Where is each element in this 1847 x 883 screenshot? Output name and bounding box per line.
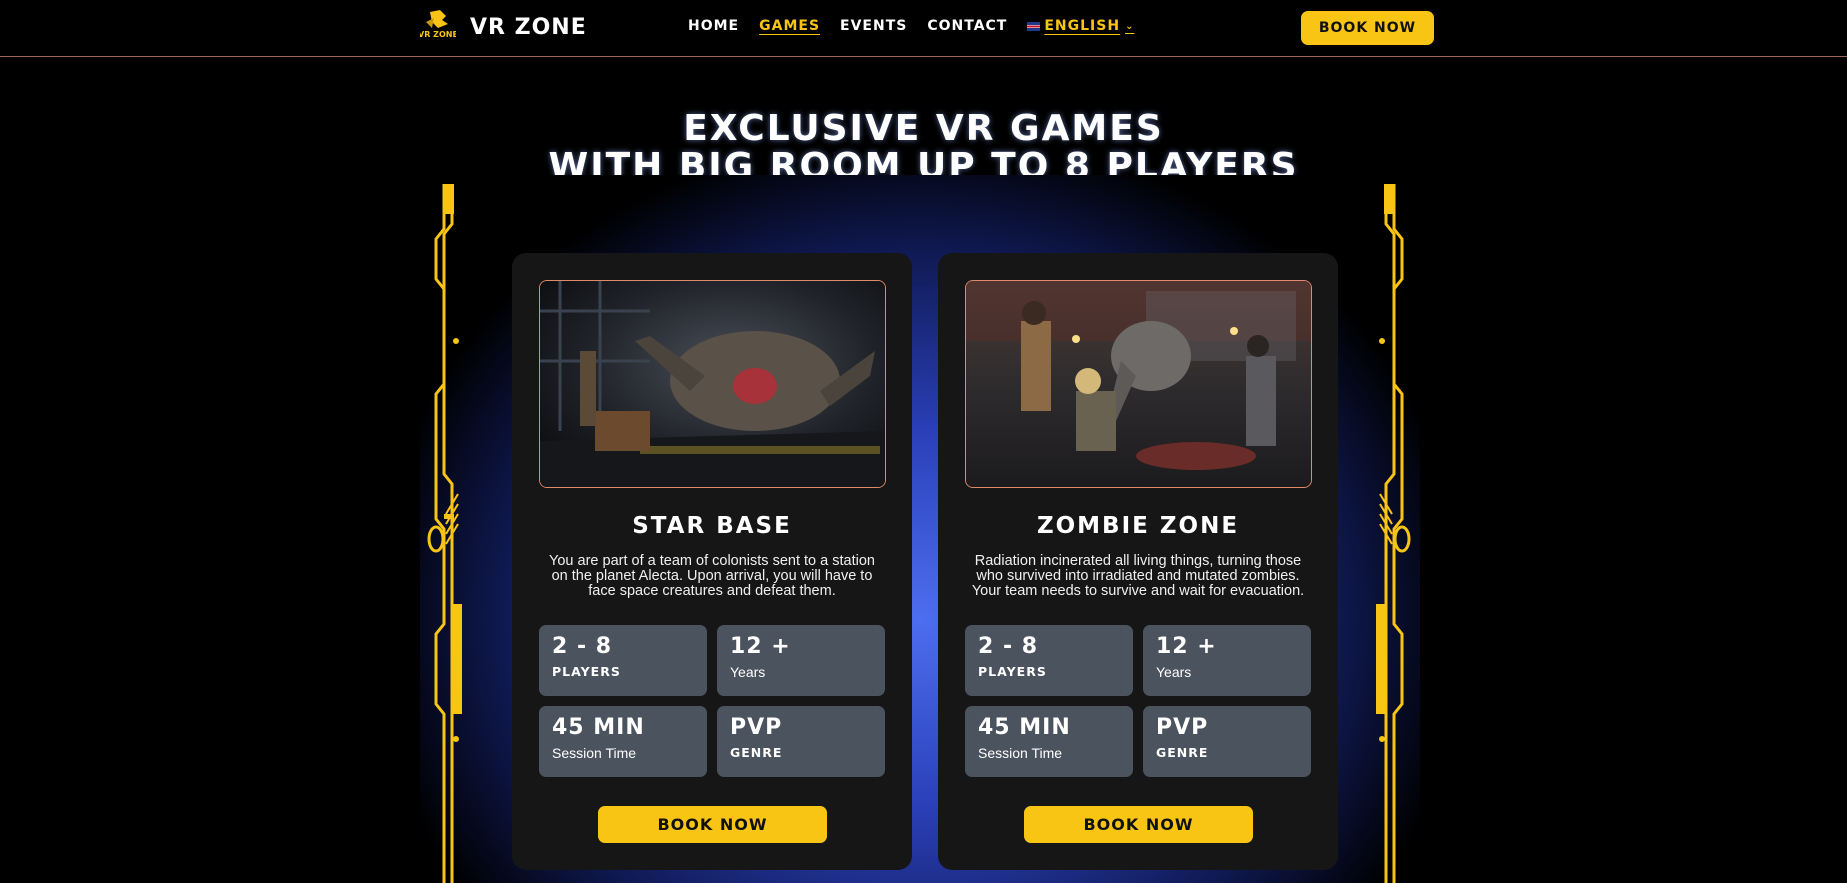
- nav-home[interactable]: HOME: [688, 18, 739, 34]
- session-time-stat: 45 MIN Session Time: [539, 706, 707, 777]
- age-stat: 12 + Years: [717, 625, 885, 696]
- game-title: STAR BASE: [632, 513, 792, 539]
- genre-stat: PVP GENRE: [717, 706, 885, 777]
- age-stat: 12 + Years: [1143, 625, 1311, 696]
- left-frame-decoration: [427, 184, 462, 883]
- right-frame-decoration: [1376, 184, 1411, 883]
- uk-flag-icon: [1027, 21, 1041, 31]
- stat-label: PLAYERS: [978, 664, 1047, 679]
- stat-label: Session Time: [552, 745, 637, 761]
- site-logo[interactable]: VR ZONE VR ZONE: [418, 8, 587, 46]
- star-base-image[interactable]: [539, 280, 886, 488]
- genre-stat: PVP GENRE: [1143, 706, 1311, 777]
- zombie-zone-book-now-button[interactable]: BOOK NOW: [1024, 806, 1253, 843]
- logo-text-top: VR ZONE: [420, 30, 456, 39]
- game-card-zombie-zone: ZOMBIE ZONE Radiation incinerated all li…: [938, 253, 1338, 870]
- stat-value: 2 - 8: [552, 634, 613, 659]
- nav-contact[interactable]: CONTACT: [927, 18, 1007, 34]
- stat-value: 45 MIN: [552, 715, 645, 740]
- game-description: You are part of a team of colonists sent…: [549, 553, 875, 599]
- stat-label: Years: [1156, 664, 1192, 680]
- brand-name: VR ZONE: [470, 14, 587, 40]
- language-selector[interactable]: ENGLISH ⌄: [1027, 18, 1134, 34]
- top-navbar: VR ZONE VR ZONE HOME GAMES EVENTS CONTAC…: [0, 0, 1847, 57]
- header-book-now-button[interactable]: BOOK NOW: [1301, 11, 1434, 45]
- nav-events[interactable]: EVENTS: [840, 18, 907, 34]
- stat-value: 45 MIN: [978, 715, 1071, 740]
- chevron-down-icon: ⌄: [1125, 20, 1135, 32]
- session-time-stat: 45 MIN Session Time: [965, 706, 1133, 777]
- stat-value: 2 - 8: [978, 634, 1039, 659]
- title-line-1: EXCLUSIVE VR GAMES: [683, 108, 1164, 149]
- stat-label: GENRE: [730, 745, 783, 760]
- stat-value: PVP: [730, 715, 783, 740]
- stat-label: Years: [730, 664, 766, 680]
- main-menu: HOME GAMES EVENTS CONTACT ENGLISH ⌄: [688, 18, 1154, 34]
- game-title: ZOMBIE ZONE: [1036, 513, 1240, 539]
- stat-label: PLAYERS: [552, 664, 621, 679]
- zombie-zone-image[interactable]: [965, 280, 1312, 488]
- language-label: ENGLISH: [1044, 18, 1121, 34]
- game-description: Radiation incinerated all living things,…: [971, 553, 1305, 599]
- star-base-book-now-button[interactable]: BOOK NOW: [598, 806, 827, 843]
- players-stat: 2 - 8 PLAYERS: [965, 625, 1133, 696]
- stat-value: 12 +: [730, 634, 791, 659]
- stat-value: 12 +: [1156, 634, 1217, 659]
- stat-value: PVP: [1156, 715, 1209, 740]
- vr-zone-logo-icon: VR ZONE: [418, 8, 458, 46]
- stat-label: GENRE: [1156, 745, 1209, 760]
- game-card-star-base: STAR BASE You are part of a team of colo…: [512, 253, 912, 870]
- players-stat: 2 - 8 PLAYERS: [539, 625, 707, 696]
- nav-games[interactable]: GAMES: [759, 18, 820, 34]
- stat-label: Session Time: [978, 745, 1063, 761]
